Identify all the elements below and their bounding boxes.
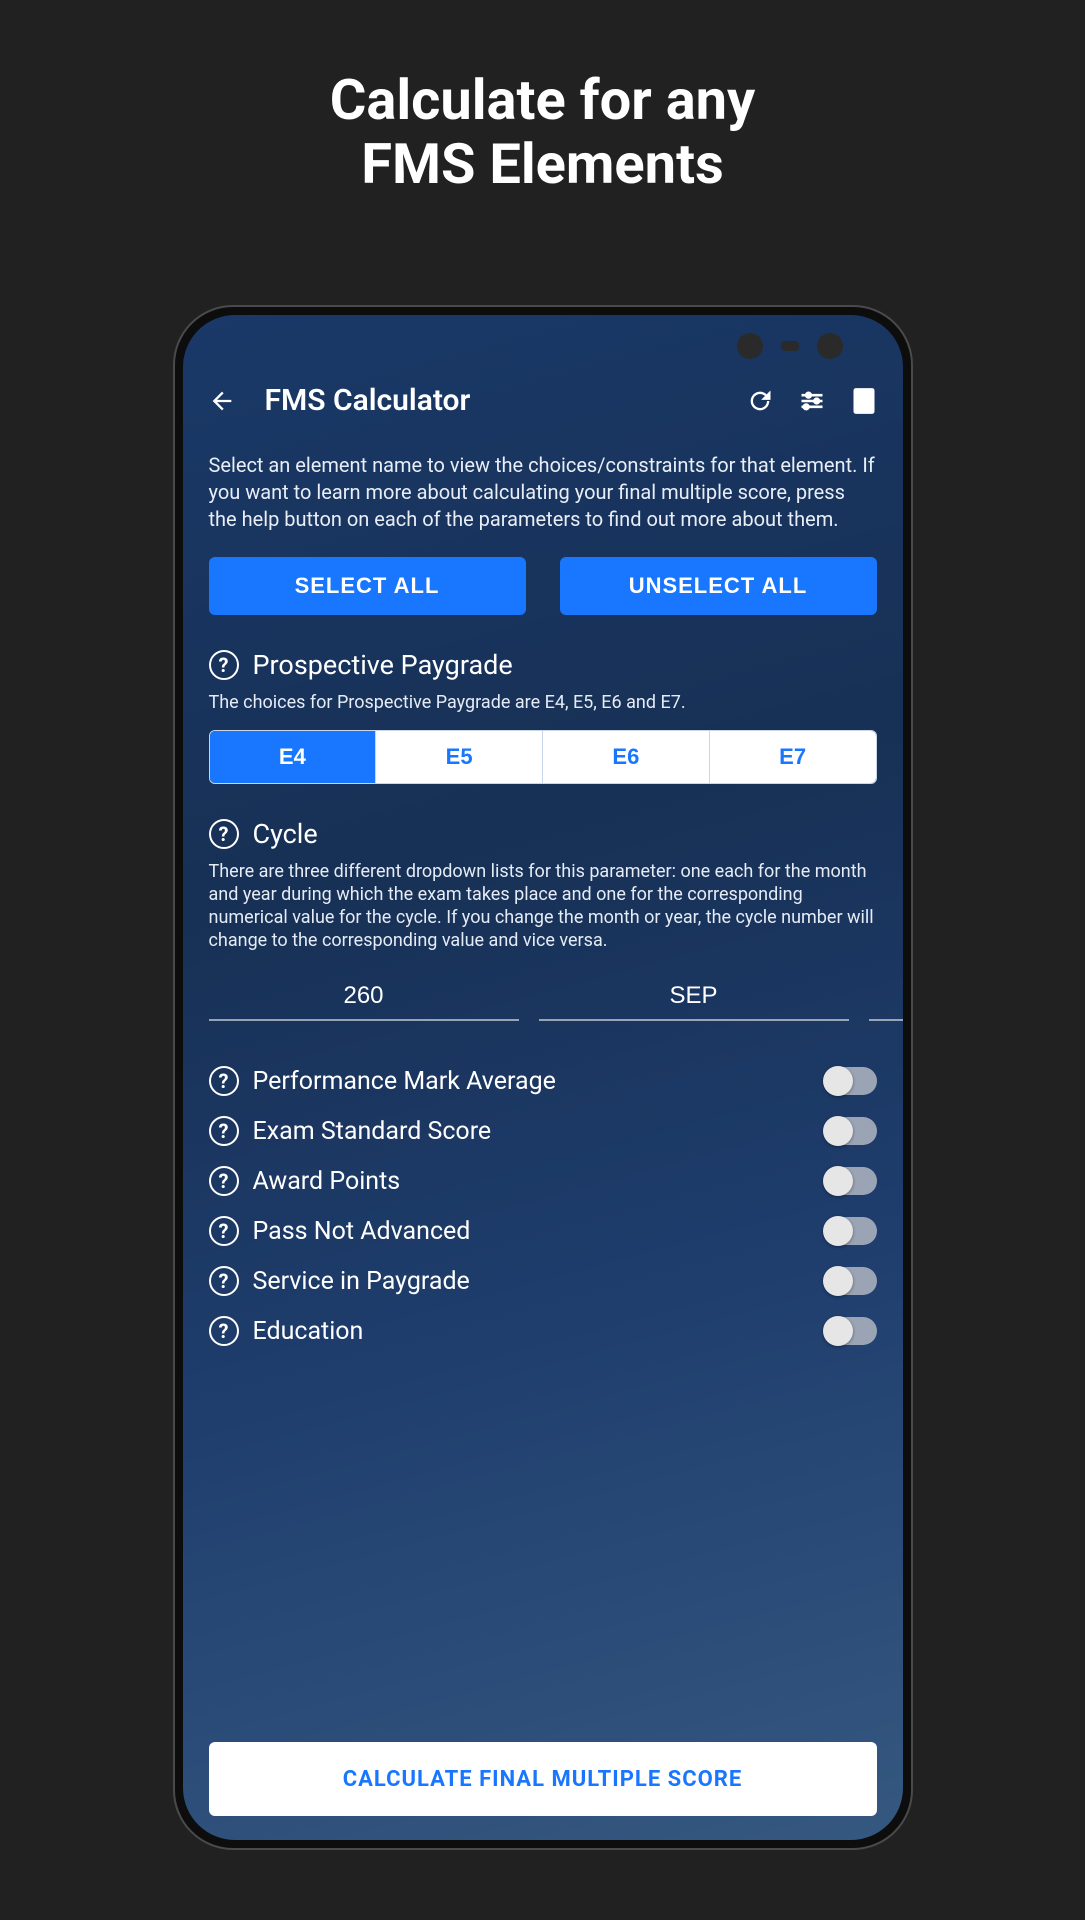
toggle-switch[interactable] <box>825 1067 877 1095</box>
phone-frame: FMS Calculator Select an element name to… <box>173 305 913 1850</box>
help-icon[interactable]: ? <box>209 650 239 680</box>
calculate-button[interactable]: CALCULATE FINAL MULTIPLE SCORE <box>209 1742 877 1816</box>
promo-title: Calculate for any FMS Elements <box>0 0 1085 197</box>
toggle-row: ? Pass Not Advanced <box>209 1206 877 1256</box>
camera-dot <box>737 333 763 359</box>
help-icon[interactable]: ? <box>209 1316 239 1346</box>
phone-notch <box>737 333 843 359</box>
select-all-button[interactable]: SELECT ALL <box>209 557 526 615</box>
cycle-header: ? Cycle <box>209 818 877 850</box>
help-icon[interactable]: ? <box>209 1216 239 1246</box>
toggle-switch[interactable] <box>825 1267 877 1295</box>
paygrade-option-e6[interactable]: E6 <box>543 731 710 783</box>
paygrade-option-e5[interactable]: E5 <box>376 731 543 783</box>
intro-text: Select an element name to view the choic… <box>209 452 877 533</box>
phone-screen: FMS Calculator Select an element name to… <box>183 315 903 1840</box>
help-icon[interactable]: ? <box>209 1166 239 1196</box>
toggle-switch[interactable] <box>825 1117 877 1145</box>
toggle-label: Service in Paygrade <box>253 1267 811 1296</box>
refresh-icon[interactable] <box>745 386 775 416</box>
toggle-label: Pass Not Advanced <box>253 1217 811 1246</box>
section-title-cycle: Cycle <box>253 818 318 850</box>
help-icon[interactable]: ? <box>209 1066 239 1096</box>
toggle-row: ? Service in Paygrade <box>209 1256 877 1306</box>
paygrade-description: The choices for Prospective Paygrade are… <box>209 691 877 714</box>
back-icon[interactable] <box>207 386 237 416</box>
settings-sliders-icon[interactable] <box>797 386 827 416</box>
toggle-row: ? Performance Mark Average <box>209 1056 877 1106</box>
paygrade-header: ? Prospective Paygrade <box>209 649 877 681</box>
sensor-dot <box>781 341 799 351</box>
paygrade-option-e4[interactable]: E4 <box>210 731 377 783</box>
toggle-label: Performance Mark Average <box>253 1067 811 1096</box>
toggle-row: ? Education <box>209 1306 877 1356</box>
paygrade-segmented-control: E4E5E6E7 <box>209 730 877 784</box>
toggle-switch[interactable] <box>825 1167 877 1195</box>
section-title-paygrade: Prospective Paygrade <box>253 649 513 681</box>
toggle-switch[interactable] <box>825 1317 877 1345</box>
toggle-list: ? Performance Mark Average? Exam Standard … <box>209 1056 877 1356</box>
help-icon[interactable]: ? <box>209 1116 239 1146</box>
cycle-month-field[interactable] <box>539 973 849 1021</box>
camera-dot <box>817 333 843 359</box>
cycle-number-field[interactable] <box>209 973 519 1021</box>
calculator-icon[interactable] <box>849 386 879 416</box>
help-icon[interactable]: ? <box>209 1266 239 1296</box>
promo-line2: FMS Elements <box>0 132 1085 196</box>
toggle-label: Exam Standard Score <box>253 1117 811 1146</box>
paygrade-option-e7[interactable]: E7 <box>710 731 876 783</box>
promo-line1: Calculate for any <box>0 68 1085 132</box>
help-icon[interactable]: ? <box>209 819 239 849</box>
unselect-all-button[interactable]: UNSELECT ALL <box>560 557 877 615</box>
toggle-switch[interactable] <box>825 1217 877 1245</box>
toggle-row: ? Exam Standard Score <box>209 1106 877 1156</box>
appbar: FMS Calculator <box>183 377 903 436</box>
cycle-year-field[interactable] <box>869 973 903 1021</box>
toggle-label: Award Points <box>253 1167 811 1196</box>
page-title: FMS Calculator <box>259 383 723 418</box>
toggle-label: Education <box>253 1317 811 1346</box>
cycle-description: There are three different dropdown lists… <box>209 860 877 952</box>
toggle-row: ? Award Points <box>209 1156 877 1206</box>
